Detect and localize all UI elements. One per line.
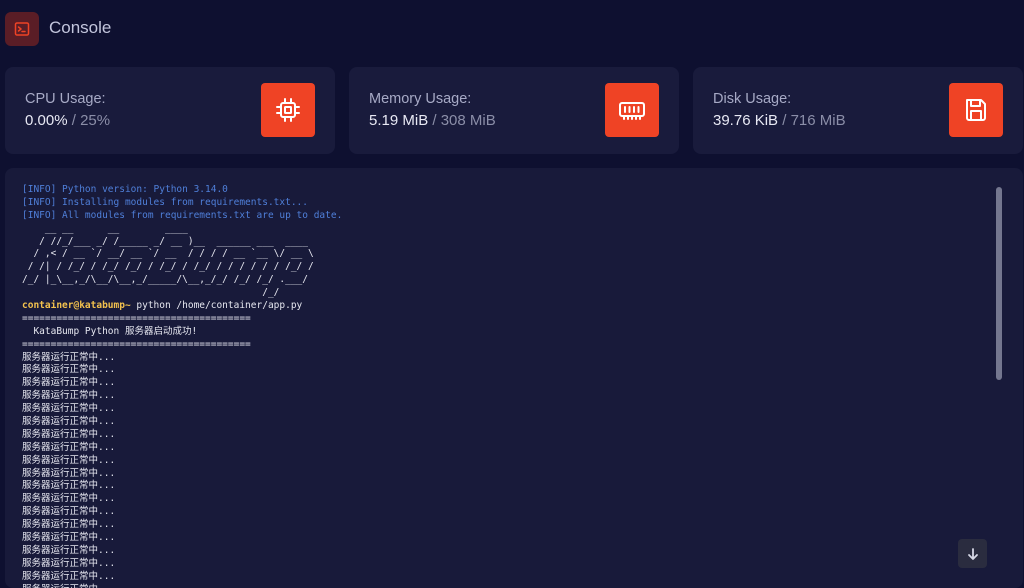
console-text: ======================================== <box>22 312 251 324</box>
console-line: [INFO] Python version: Python 3.14.0 <box>22 184 982 197</box>
console-text: 服务器运行正常中... <box>22 519 116 531</box>
cpu-used: 0.00% <box>25 112 68 129</box>
terminal-icon[interactable] <box>5 12 39 46</box>
console-text: __ __ __ ____ <box>22 222 188 234</box>
console-line: /_/ <box>22 287 982 300</box>
cpu-total: 25% <box>80 112 111 129</box>
console-text: 服务器运行正常中... <box>22 364 116 376</box>
console-line: 服务器运行正常中... <box>22 480 982 493</box>
console-text: 服务器运行正常中... <box>22 506 116 518</box>
memory-icon <box>605 83 659 137</box>
console-line: KataBump Python 服务器启动成功! <box>22 326 982 339</box>
cpu-usage-card: CPU Usage: 0.00% / 25% <box>5 67 335 154</box>
console-text: 服务器运行正常中... <box>22 403 116 415</box>
console-line: 服务器运行正常中... <box>22 429 982 442</box>
console-scrollbar[interactable] <box>996 187 1002 380</box>
console-line: 服务器运行正常中... <box>22 571 982 584</box>
console-text: 服务器运行正常中... <box>22 390 116 402</box>
console-line: 服务器运行正常中... <box>22 416 982 429</box>
disk-usage-label: Disk Usage: <box>713 91 792 107</box>
console-text: /_/ |_\__,_/\__/\__,_/_____/\__,_/_/ /_/… <box>22 274 308 286</box>
console-line: / /| / /_/ / /_/ /_/ / /_/ / /_/ / / / /… <box>22 261 982 274</box>
console-line: __ __ __ ____ <box>22 223 982 236</box>
page-title: Console <box>49 18 112 37</box>
console-info-text: [INFO] All modules from requirements.txt… <box>22 209 343 221</box>
console-line: 服务器运行正常中... <box>22 519 982 532</box>
console-line: container@katabump~ python /home/contain… <box>22 300 982 313</box>
console-line: 服务器运行正常中... <box>22 493 982 506</box>
header: Console <box>0 0 1024 58</box>
console-text: KataBump Python 服务器启动成功! <box>22 325 198 337</box>
console-line: ======================================== <box>22 339 982 352</box>
console-text: / /| / /_/ / /_/ /_/ / /_/ / /_/ / / / /… <box>22 261 314 273</box>
console-text: / ,< / __ `/ __/ __ `/ __ / / / / __ `__… <box>22 248 314 260</box>
console-text: 服务器运行正常中... <box>22 557 116 569</box>
console-line: [INFO] All modules from requirements.txt… <box>22 210 982 223</box>
console-line: 服务器运行正常中... <box>22 468 982 481</box>
console-line: 服务器运行正常中... <box>22 442 982 455</box>
cpu-usage-label: CPU Usage: <box>25 91 106 107</box>
console-line: 服务器运行正常中... <box>22 532 982 545</box>
disk-icon <box>949 83 1003 137</box>
disk-usage-card: Disk Usage: 39.76 KiB / 716 MiB <box>693 67 1023 154</box>
console-line: 服务器运行正常中... <box>22 364 982 377</box>
console-line: ======================================== <box>22 313 982 326</box>
memory-usage-card: Memory Usage: 5.19 MiB / 308 MiB <box>349 67 679 154</box>
memory-total: 308 MiB <box>440 112 496 129</box>
console-text: 服务器运行正常中... <box>22 584 115 588</box>
console-line: 服务器运行正常中... <box>22 352 982 365</box>
console-line: 服务器运行正常中... <box>22 377 982 390</box>
console-line: / //_/___ _/ /_____ _/ __ )__ ______ ___… <box>22 236 982 249</box>
console-output: [INFO] Python version: Python 3.14.0 [INF… <box>22 184 982 588</box>
console-text: 服务器运行正常中... <box>22 532 116 544</box>
console-text: 服务器运行正常中... <box>22 454 116 466</box>
cpu-icon <box>261 83 315 137</box>
console-line: 服务器运行正常中... <box>22 558 982 571</box>
console-text: / //_/___ _/ /_____ _/ __ )__ ______ ___… <box>22 235 308 247</box>
console-text: ======================================== <box>22 338 251 350</box>
memory-used: 5.19 MiB <box>369 112 429 129</box>
console-line: 服务器运行正常中... <box>22 584 982 588</box>
console-panel[interactable]: [INFO] Python version: Python 3.14.0 [INF… <box>5 168 1023 588</box>
scroll-to-bottom-button[interactable] <box>958 539 987 568</box>
console-text: 服务器运行正常中... <box>22 441 116 453</box>
console-line: /_/ |_\__,_/\__/\__,_/_____/\__,_/_/ /_/… <box>22 274 982 287</box>
arrow-down-icon <box>967 547 978 560</box>
console-command: python /home/container/app.py <box>130 300 303 312</box>
console-text: 服务器运行正常中... <box>22 377 116 389</box>
console-line: 服务器运行正常中... <box>22 506 982 519</box>
console-text: 服务器运行正常中... <box>22 351 116 363</box>
console-line: / ,< / __ `/ __/ __ `/ __ / / / / __ `__… <box>22 248 982 261</box>
console-text: 服务器运行正常中... <box>22 416 116 428</box>
console-text: 服务器运行正常中... <box>22 428 116 440</box>
console-line: 服务器运行正常中... <box>22 455 982 468</box>
console-text: 服务器运行正常中... <box>22 493 116 505</box>
disk-usage-value: 39.76 KiB / 716 MiB <box>713 112 846 129</box>
console-line: [INFO] Installing modules from requireme… <box>22 197 982 210</box>
console-text: 服务器运行正常中... <box>22 467 116 479</box>
console-text: /_/ <box>22 287 280 299</box>
console-line: 服务器运行正常中... <box>22 545 982 558</box>
console-text: 服务器运行正常中... <box>22 480 116 492</box>
console-text: 服务器运行正常中... <box>22 570 116 582</box>
cpu-separator: / <box>67 112 81 129</box>
console-text: 服务器运行正常中... <box>22 544 116 556</box>
memory-usage-label: Memory Usage: <box>369 91 472 107</box>
cpu-usage-value: 0.00% / 25% <box>25 112 110 129</box>
disk-separator: / <box>778 112 791 129</box>
console-prompt: container@katabump~ <box>22 300 131 312</box>
disk-used: 39.76 KiB <box>713 112 779 129</box>
console-line: 服务器运行正常中... <box>22 403 982 416</box>
memory-separator: / <box>428 112 441 129</box>
console-info-text: [INFO] Python version: Python 3.14.0 <box>22 184 228 195</box>
console-line: 服务器运行正常中... <box>22 390 982 403</box>
console-info-text: [INFO] Installing modules from requireme… <box>22 196 308 208</box>
memory-usage-value: 5.19 MiB / 308 MiB <box>369 112 496 129</box>
disk-total: 716 MiB <box>790 112 846 129</box>
